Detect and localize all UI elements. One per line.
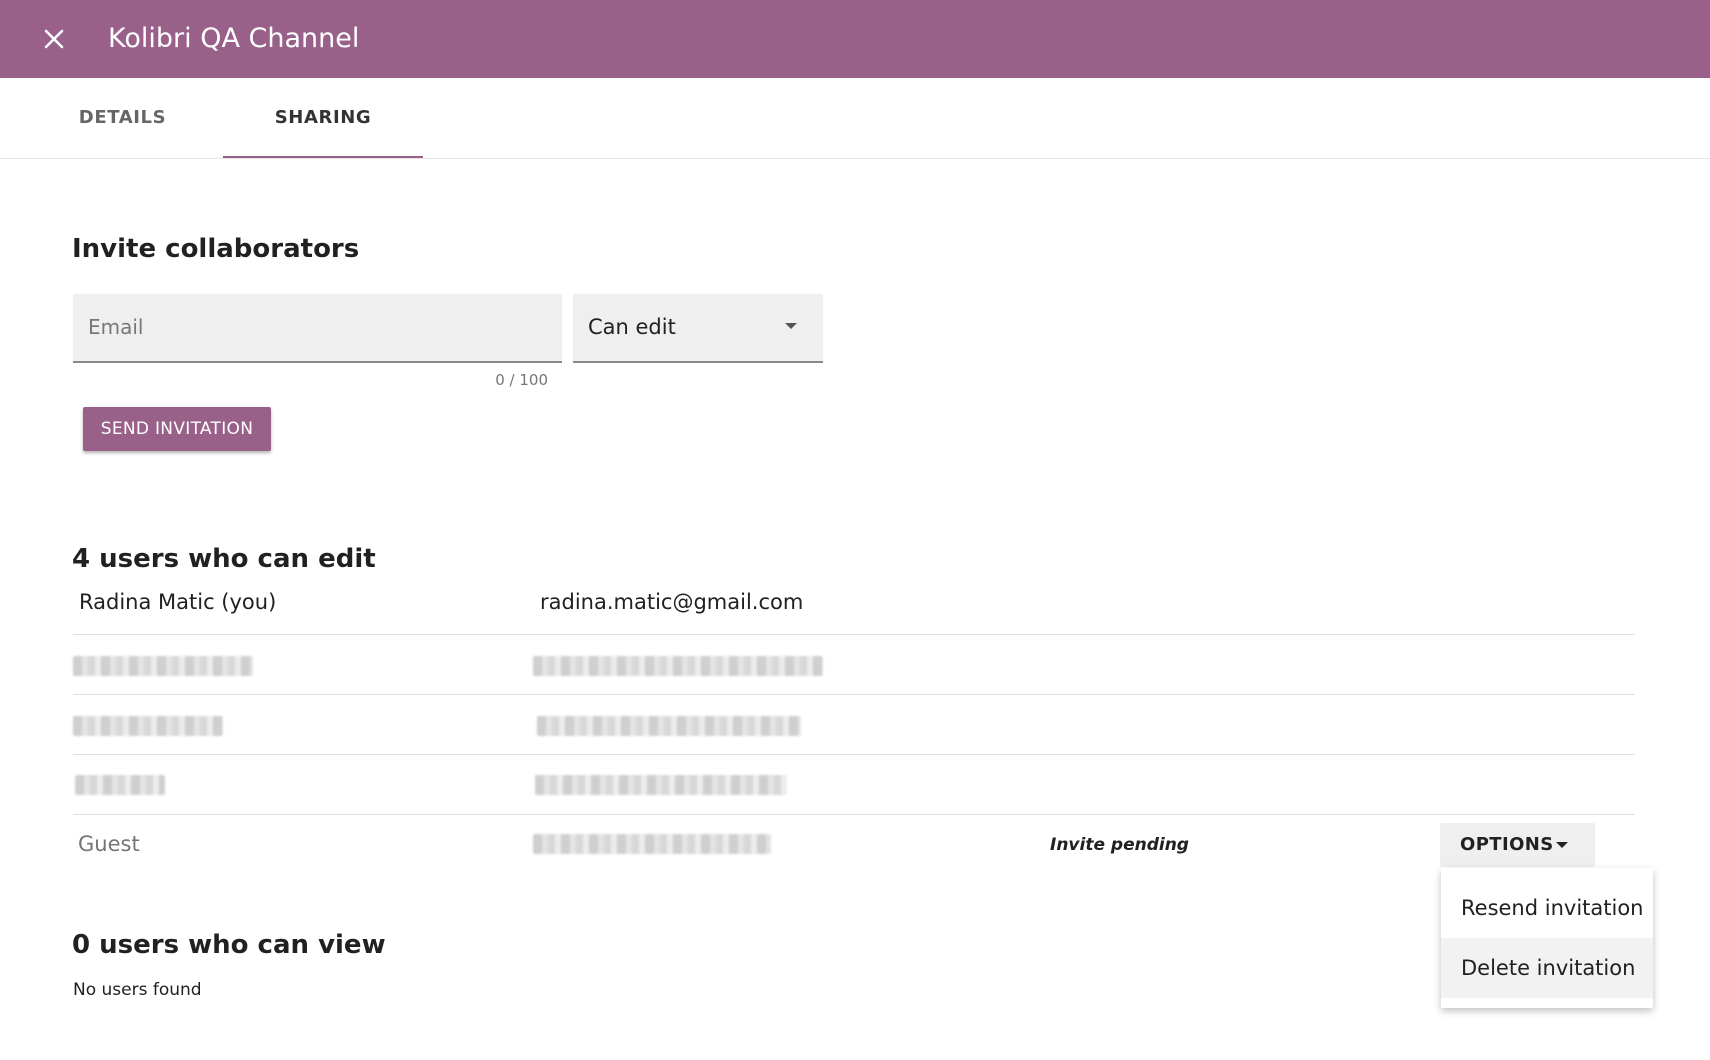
redacted-user-email xyxy=(533,656,823,676)
chevron-down-icon xyxy=(785,323,797,329)
table-row: Radina Matic (you) radina.matic@gmail.co… xyxy=(73,580,1635,635)
tab-sharing[interactable]: SHARING xyxy=(223,78,423,158)
permission-select[interactable]: Can edit xyxy=(573,294,823,363)
table-row xyxy=(73,694,1635,755)
options-menu: Resend invitation Delete invitation xyxy=(1441,868,1653,1008)
permission-select-value: Can edit xyxy=(588,315,676,339)
guest-name: Guest xyxy=(78,832,140,856)
options-label: OPTIONS xyxy=(1460,834,1554,855)
tab-details[interactable]: DETAILS xyxy=(40,78,205,158)
close-button[interactable] xyxy=(34,19,74,59)
email-field[interactable] xyxy=(73,294,562,363)
no-users-text: No users found xyxy=(73,980,202,1000)
table-row-pending: Guest Invite pending xyxy=(73,814,1635,870)
delete-invitation-item[interactable]: Delete invitation xyxy=(1441,938,1653,998)
options-button[interactable]: OPTIONS xyxy=(1440,823,1595,867)
close-icon xyxy=(44,29,64,49)
send-invitation-button[interactable]: SEND INVITATION xyxy=(83,407,271,451)
chevron-down-icon xyxy=(1556,842,1568,848)
resend-invitation-item[interactable]: Resend invitation xyxy=(1441,878,1653,938)
active-tab-indicator xyxy=(223,156,423,158)
tab-sharing-label: SHARING xyxy=(274,107,372,128)
redacted-guest-email xyxy=(533,834,771,854)
invite-heading: Invite collaborators xyxy=(72,234,360,264)
redacted-user-email xyxy=(535,775,787,795)
email-input[interactable] xyxy=(73,294,548,360)
email-char-counter: 0 / 100 xyxy=(495,371,548,389)
redacted-user-name xyxy=(73,656,253,676)
invite-pending-status: Invite pending xyxy=(1050,835,1189,855)
editors-heading: 4 users who can edit xyxy=(72,544,376,574)
viewers-heading: 0 users who can view xyxy=(72,930,386,960)
table-row xyxy=(73,634,1635,695)
user-email: radina.matic@gmail.com xyxy=(540,590,804,614)
redacted-user-name xyxy=(73,716,223,736)
user-name: Radina Matic (you) xyxy=(79,590,277,614)
redacted-user-name xyxy=(75,775,165,795)
table-row xyxy=(73,754,1635,815)
app-bar: Kolibri QA Channel xyxy=(0,0,1710,78)
channel-title: Kolibri QA Channel xyxy=(108,23,360,54)
redacted-user-email xyxy=(537,716,801,736)
tab-bar: DETAILS SHARING xyxy=(0,78,1710,159)
